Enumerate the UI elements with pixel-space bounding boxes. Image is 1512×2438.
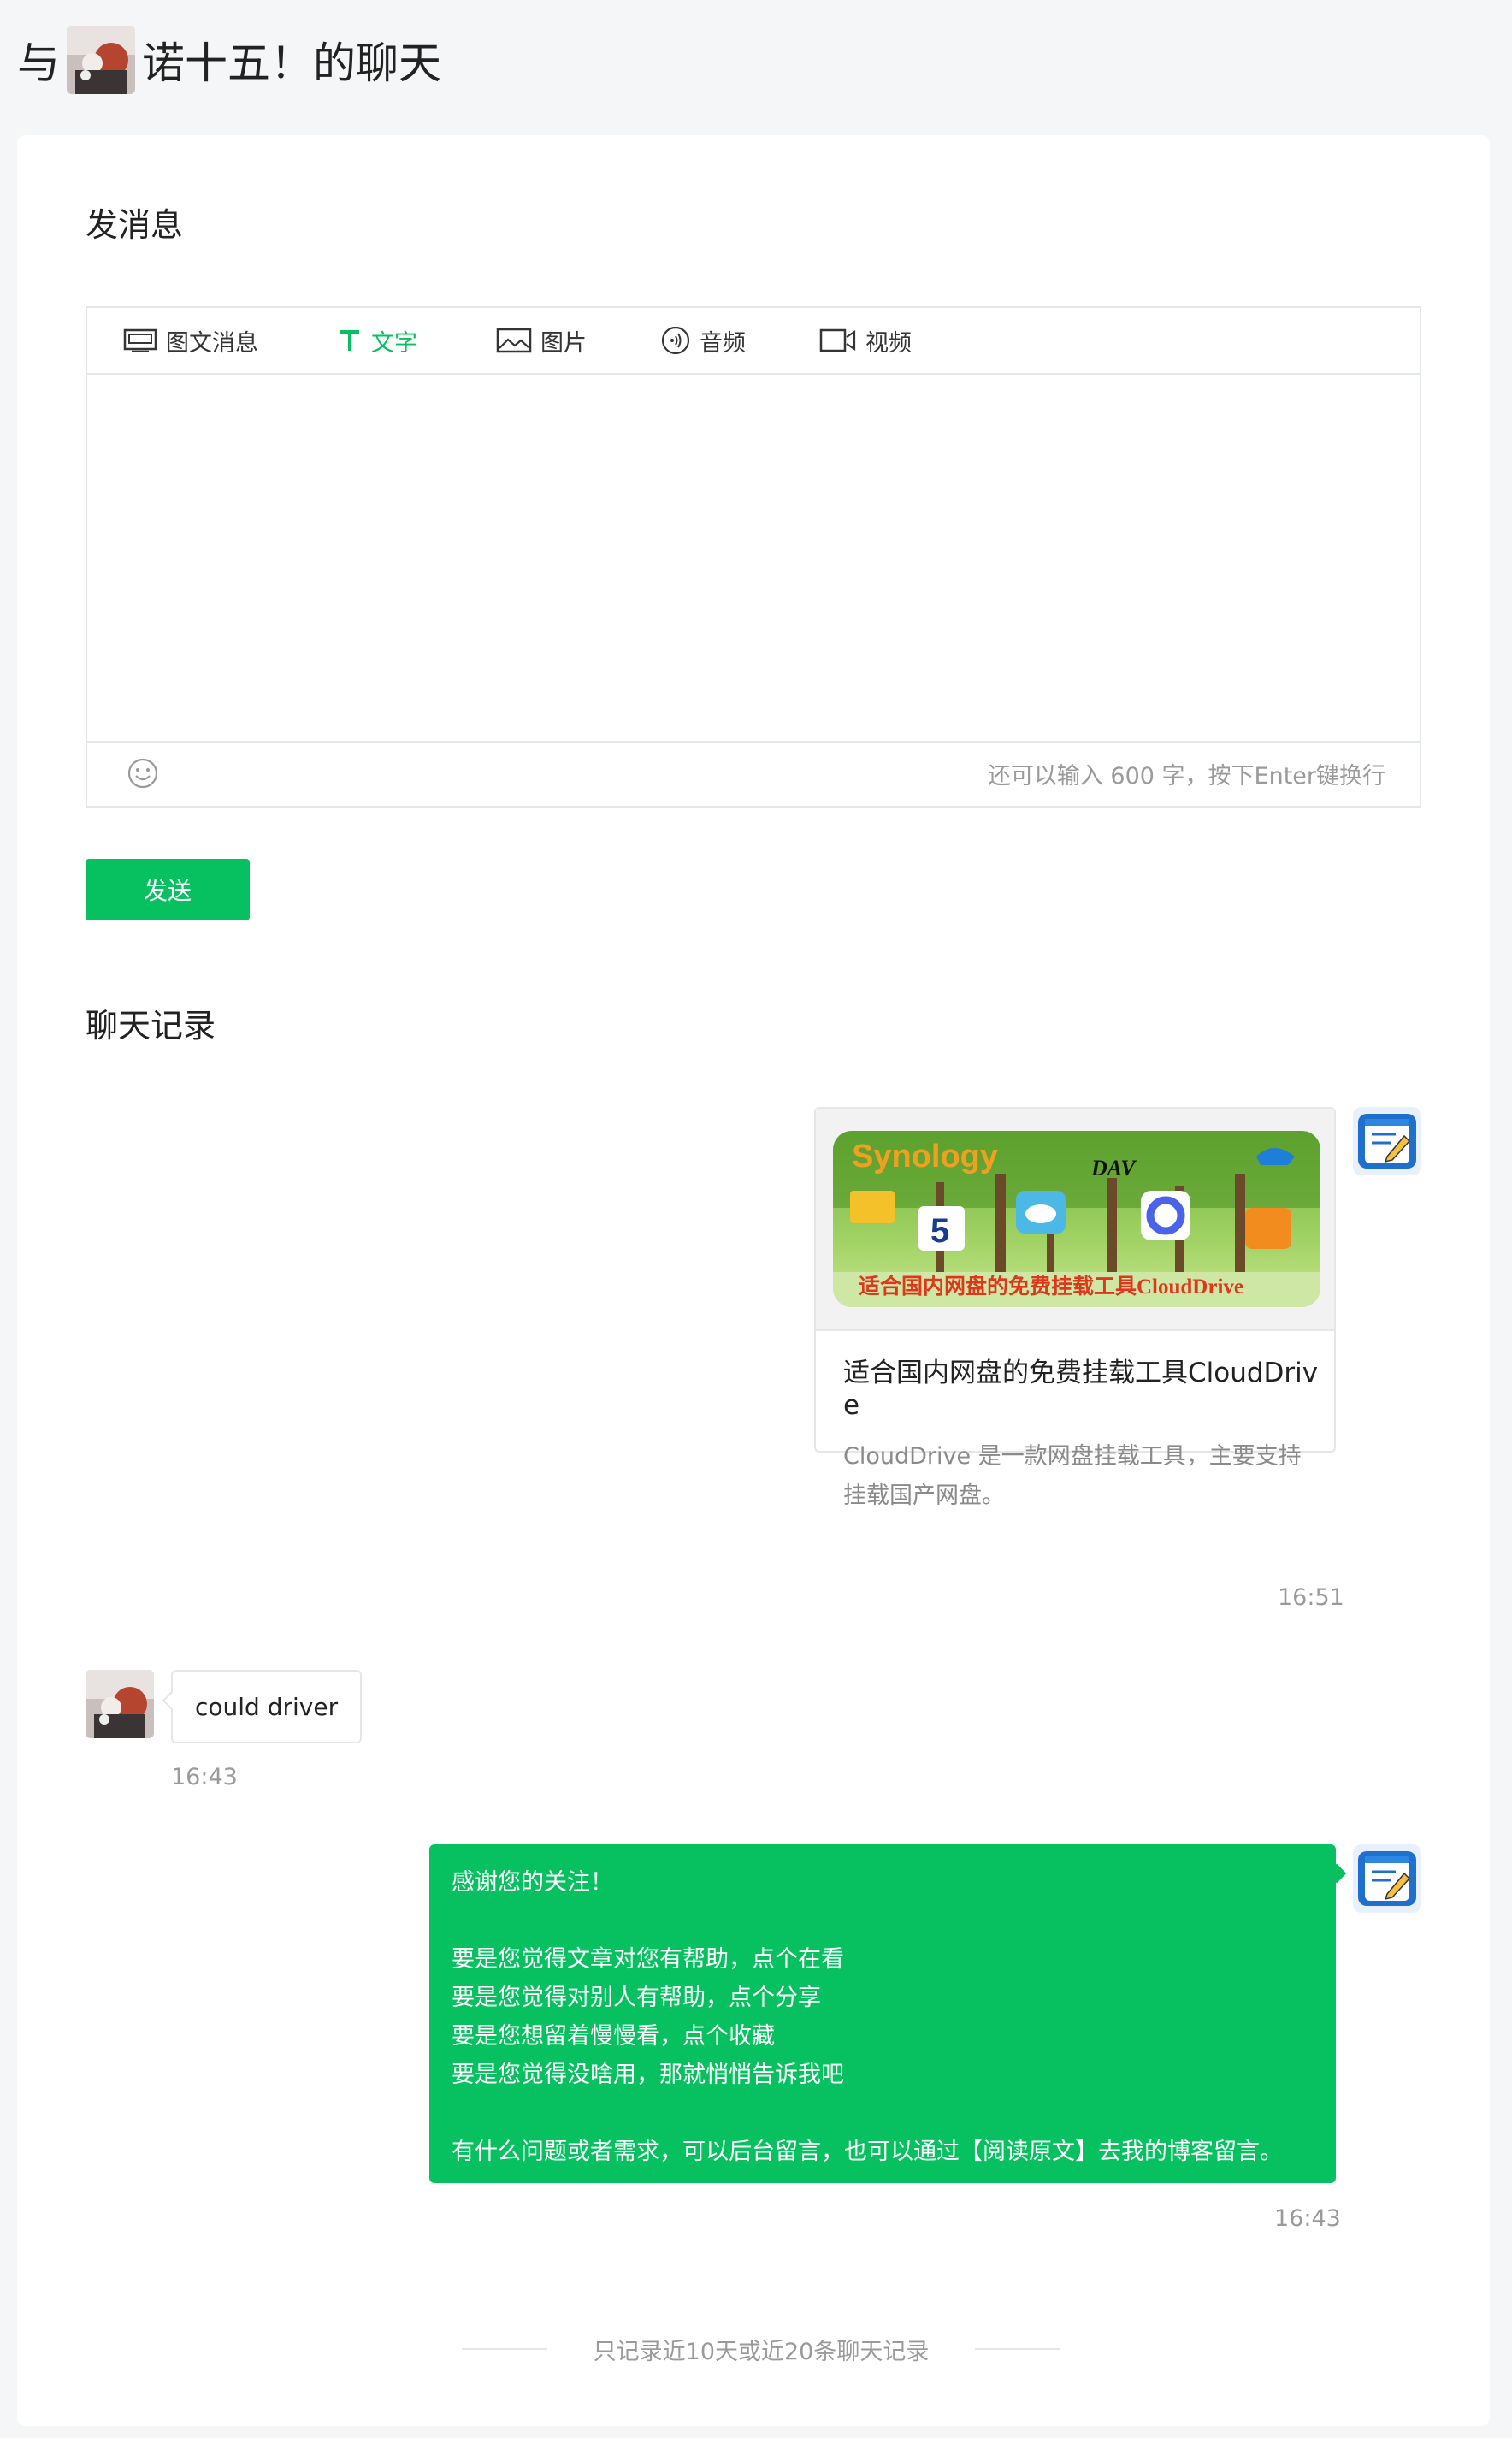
message-type-tabs: 图文消息 文字 图片 音频 视频 bbox=[87, 308, 1420, 375]
tab-video-label: 视频 bbox=[865, 329, 912, 357]
article-desc-line: 挂载国产网盘。 bbox=[843, 1482, 1005, 1509]
char-counter: 还可以输入 600 字，按下Enter键换行 bbox=[987, 762, 1385, 790]
title-suffix: 诺十五！的聊天 bbox=[142, 38, 441, 88]
tab-video[interactable]: 视频 bbox=[819, 324, 948, 358]
user-avatar bbox=[86, 1670, 154, 1738]
editor-footer: 还可以输入 600 字，按下Enter键换行 bbox=[87, 741, 1420, 804]
article-desc-line: CloudDrive 是一款网盘挂载工具，主要支持 bbox=[843, 1443, 1302, 1470]
title-prefix: 与 bbox=[17, 38, 60, 88]
cover-text-dav: DAV bbox=[1090, 1156, 1137, 1181]
reply-line bbox=[452, 2094, 1314, 2133]
message-time: 16:43 bbox=[1274, 2205, 1341, 2232]
tab-text[interactable]: 文字 bbox=[337, 324, 496, 358]
reply-line: 感谢您的关注！ bbox=[452, 1869, 613, 1896]
reply-message-bubble[interactable]: 感谢您的关注！ 要是您觉得文章对您有帮助，点个在看 要是您觉得对别人有帮助，点个… bbox=[429, 1844, 1336, 2183]
main-card: 发消息 图文消息 文字 图片 音频 视频 还可以输入 600 字，按下Enter… bbox=[17, 135, 1490, 2426]
divider-line bbox=[975, 2348, 1060, 2350]
compose-title: 发消息 bbox=[86, 206, 184, 244]
divider-line bbox=[462, 2348, 547, 2350]
send-button[interactable]: 发送 bbox=[86, 859, 250, 920]
official-account-avatar bbox=[1353, 1844, 1421, 1913]
text-icon bbox=[340, 330, 359, 351]
history-limit-note: 只记录近10天或近20条聊天记录 bbox=[462, 2332, 1060, 2366]
cover-text-synology: Synology bbox=[852, 1139, 998, 1175]
article-cover-image: Synology DAV 5 适合国内网盘的免费挂载工具CloudDrive bbox=[833, 1131, 1320, 1307]
emoji-icon[interactable] bbox=[127, 757, 159, 790]
official-account-avatar bbox=[1353, 1107, 1421, 1175]
cover-caption: 适合国内网盘的免费挂载工具CloudDrive bbox=[859, 1274, 1243, 1299]
reply-line: 要是您觉得没啥用，那就悄悄告诉我吧 bbox=[452, 2062, 844, 2088]
user-avatar bbox=[67, 26, 135, 94]
tab-image[interactable]: 图片 bbox=[496, 324, 660, 358]
image-icon bbox=[496, 328, 532, 353]
page-title: 与 诺十五！的聊天 bbox=[17, 24, 441, 96]
message-time: 16:51 bbox=[1278, 1584, 1344, 1611]
svg-text:5: 5 bbox=[930, 1212, 949, 1250]
reply-line: 要是您觉得对别人有帮助，点个分享 bbox=[452, 1985, 821, 2011]
article-message[interactable]: Synology DAV 5 适合国内网盘的免费挂载工具CloudDrive 适… bbox=[814, 1107, 1336, 1509]
user-message-text: could driver bbox=[195, 1692, 339, 1721]
tab-news[interactable]: 图文消息 bbox=[123, 324, 337, 358]
history-limit-text: 只记录近10天或近20条聊天记录 bbox=[593, 2338, 930, 2365]
message-time: 16:43 bbox=[171, 1764, 238, 1790]
tab-text-label: 文字 bbox=[371, 329, 417, 357]
history-title: 聊天记录 bbox=[86, 1007, 216, 1044]
article-title: 适合国内网盘的免费挂载工具CloudDrive bbox=[843, 1358, 1319, 1421]
article-cover-frame: Synology DAV 5 适合国内网盘的免费挂载工具CloudDrive bbox=[816, 1109, 1334, 1331]
tab-news-label: 图文消息 bbox=[166, 329, 258, 357]
news-icon bbox=[123, 328, 157, 352]
message-editor: 图文消息 文字 图片 音频 视频 还可以输入 600 字，按下Enter键换行 bbox=[86, 306, 1421, 808]
message-input[interactable] bbox=[87, 375, 1420, 741]
reply-line: 有什么问题或者需求，可以后台留言，也可以通过【阅读原文】去我的博客留言。 bbox=[452, 2139, 1283, 2165]
reply-line: 要是您想留着慢慢看，点个收藏 bbox=[452, 2023, 775, 2050]
editor-area bbox=[87, 375, 1420, 741]
tab-image-label: 图片 bbox=[540, 329, 587, 357]
video-icon bbox=[819, 328, 856, 352]
reply-line: 要是您觉得文章对您有帮助，点个在看 bbox=[452, 1946, 844, 1973]
user-message-bubble[interactable]: could driver bbox=[171, 1670, 363, 1743]
audio-icon bbox=[661, 326, 690, 355]
reply-line bbox=[452, 1902, 1314, 1940]
tab-audio[interactable]: 音频 bbox=[660, 324, 819, 358]
tab-audio-label: 音频 bbox=[700, 329, 746, 357]
article-description: CloudDrive 是一款网盘挂载工具，主要支持 挂载国产网盘。 bbox=[843, 1437, 1322, 1516]
